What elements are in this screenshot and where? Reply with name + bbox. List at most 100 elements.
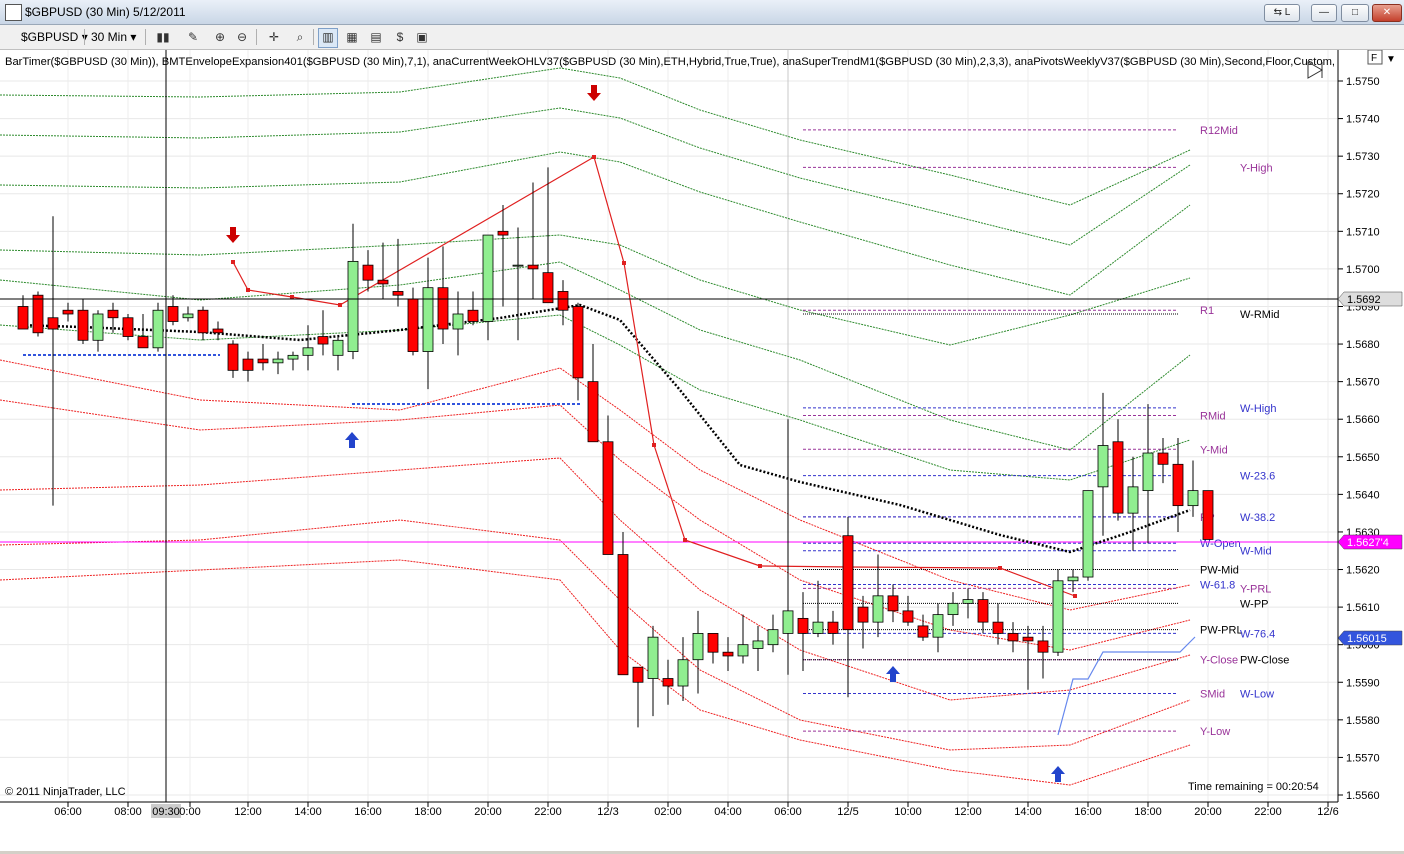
chart-trader-button[interactable]: ▤ (366, 28, 386, 48)
candle-down (1007, 633, 1019, 642)
instrument-selector[interactable]: $GBPUSD ▾ (21, 28, 88, 46)
time-tick-label: 14:00 (294, 806, 322, 818)
pivot-label: W-23.6 (1240, 471, 1275, 483)
chart-app-icon (5, 4, 22, 21)
indicators-button[interactable]: ▥ (318, 28, 338, 48)
price-tick-label: 1.5560 (1346, 790, 1380, 802)
plot-background (0, 50, 1338, 802)
pivot-label: Y-Low (1200, 726, 1230, 738)
candle-up (1127, 486, 1139, 514)
chart-area[interactable]: R12Mid Y-High R1 W-RMid RMid W-High Y-Mid W-23.… (0, 49, 1404, 851)
time-tick-label: 12/3 (597, 806, 618, 818)
candle-up (1082, 490, 1094, 578)
candle-up (767, 629, 779, 646)
candle-up (782, 610, 794, 634)
time-tick-label: 06:00 (774, 806, 802, 818)
pivot-label: W-High (1240, 403, 1276, 415)
minimize-button[interactable]: — (1311, 4, 1337, 22)
bar-type-button[interactable]: ▮▮ (150, 28, 176, 48)
pivot-label: W-38.2 (1240, 512, 1275, 524)
maximize-button[interactable]: □ (1341, 4, 1369, 22)
pivot-label: W-Low (1240, 689, 1274, 701)
supertrend-point (1073, 594, 1077, 598)
candle-down (797, 617, 809, 634)
price-tick-label: 1.5740 (1346, 114, 1380, 126)
pivot-label: R1 (1200, 305, 1214, 317)
candle-down (77, 309, 89, 341)
candle-down (572, 306, 584, 379)
candle-up (347, 260, 359, 352)
candle-up (452, 313, 464, 330)
data-box-button[interactable]: $ (390, 28, 410, 48)
candle-down (362, 264, 374, 281)
toolbar-divider (145, 29, 146, 45)
candle-down (1157, 452, 1169, 465)
price-tick-label: 1.5570 (1346, 752, 1380, 764)
candle-down (227, 343, 239, 371)
zoom-in-button[interactable]: ⊕ (210, 28, 230, 48)
supertrend-point (338, 303, 342, 307)
time-tick-label: 12/6 (1317, 806, 1338, 818)
magnify-button[interactable]: ⌕ (290, 28, 310, 48)
candle-down (407, 298, 419, 352)
supertrend-point (998, 566, 1002, 570)
candle-up (182, 313, 194, 319)
pivot-label: PW-Close (1240, 655, 1289, 667)
supertrend-point (652, 443, 656, 447)
candle-down (47, 317, 59, 330)
candle-down (707, 633, 719, 653)
time-axis: 06:00 08:00 09:30 0:00 12:00 14:00 16:00 18:00 2… (0, 801, 1404, 851)
pivot-label: W-Open (1200, 538, 1241, 550)
candle-down (917, 625, 929, 638)
crosshair-price-marker-label: 1.5692 (1347, 294, 1381, 306)
svg-text:F: F (1371, 53, 1377, 64)
candle-up (332, 339, 344, 356)
window-title: $GBPUSD (30 Min) 5/12/2011 (25, 5, 186, 19)
pivot-label: Y-Close (1200, 655, 1238, 667)
time-tick-label: 18:00 (1134, 806, 1162, 818)
properties-button[interactable]: ▣ (412, 28, 432, 48)
link-button[interactable]: ⇆ L (1264, 4, 1300, 22)
candle-down (317, 336, 329, 345)
candle-down (977, 599, 989, 623)
chevron-down-icon[interactable]: ▼ (1386, 54, 1396, 65)
candlestick-icon: ▮▮ (156, 30, 170, 44)
candle-up (947, 602, 959, 616)
candle-up (812, 621, 824, 634)
time-tick-label: 16:00 (1074, 806, 1102, 818)
candle-down (587, 381, 599, 443)
interval-selector[interactable]: 30 Min ▾ (91, 28, 136, 46)
candle-down (32, 294, 44, 334)
candle-up (302, 347, 314, 356)
time-tick-label: 20:00 (1194, 806, 1222, 818)
candle-down (527, 264, 539, 270)
data-box-icon: $ (396, 30, 404, 44)
pivot-label: Y-PRL (1240, 583, 1271, 595)
strategies-button[interactable]: ▦ (342, 28, 362, 48)
supertrend-point (290, 295, 294, 299)
pivot-label: W-76.4 (1240, 628, 1275, 640)
candle-down (437, 287, 449, 330)
price-tick-label: 1.5710 (1346, 226, 1380, 238)
price-chart[interactable]: R12Mid Y-High R1 W-RMid RMid W-High Y-Mid W-23.… (0, 49, 1404, 851)
close-button[interactable]: ✕ (1372, 4, 1402, 22)
zoom-out-button[interactable]: ⊖ (232, 28, 252, 48)
time-tick-label: 04:00 (714, 806, 742, 818)
candle-down (122, 317, 134, 337)
supertrend-point (231, 260, 235, 264)
candle-down (17, 306, 29, 330)
candle-down (392, 291, 404, 296)
crosshair-button[interactable]: ✛ (261, 28, 287, 48)
candle-down (722, 651, 734, 657)
candle-down (887, 595, 899, 612)
supertrend-point (758, 564, 762, 568)
f-button[interactable]: F (1367, 49, 1383, 65)
time-tick-label: 22:00 (534, 806, 562, 818)
chevron-down-icon: ▾ (130, 30, 137, 44)
draw-tool-button[interactable]: ✎ (180, 28, 206, 48)
price-tick-label: 1.5750 (1346, 76, 1380, 88)
pivot-label: PW-Mid (1200, 565, 1239, 577)
toolbar-divider (84, 29, 85, 45)
time-tick-label: 16:00 (354, 806, 382, 818)
candle-up (1052, 580, 1064, 653)
